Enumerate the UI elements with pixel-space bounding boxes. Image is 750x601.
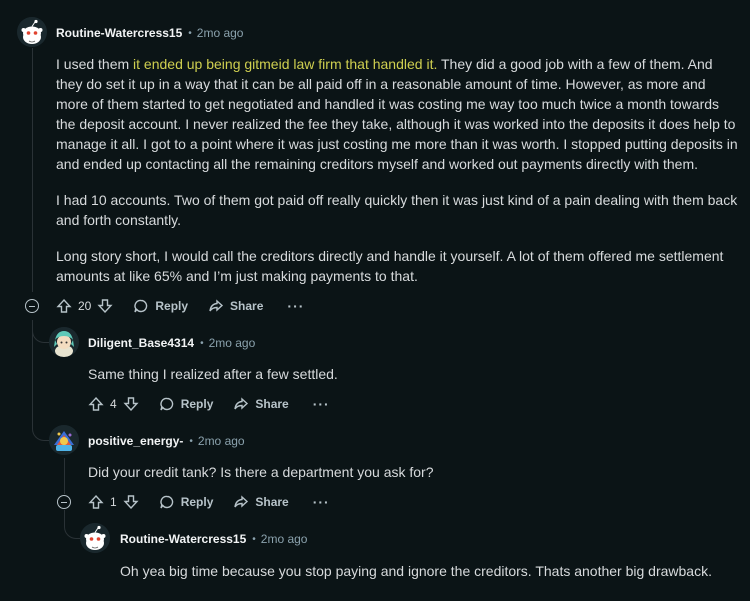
comment-thread: Routine-Watercress15 • 2mo ago I used th… [0,0,750,601]
comment-actions: 1 Reply Share ··· [88,490,330,514]
avatar[interactable] [49,327,79,357]
comment-paragraph: Same thing I realized after a few settle… [88,366,338,382]
reply-icon [134,299,148,313]
text: I used them [56,56,134,72]
share-button[interactable]: Share [233,494,289,510]
downvote-icon[interactable] [123,396,139,412]
separator: • [252,533,256,545]
share-label: Share [255,397,289,411]
timestamp[interactable]: 2mo ago [198,434,245,448]
username[interactable]: positive_energy- [88,434,183,448]
vote-count: 1 [110,495,117,509]
custom-avatar-icon [49,425,79,455]
vote-count: 4 [110,397,117,411]
thread-line[interactable] [32,48,33,292]
comment-paragraph: Oh yea big time because you stop paying … [120,563,712,579]
timestamp[interactable]: 2mo ago [261,532,308,546]
reply-icon [160,397,173,411]
vote-group: 20 [56,298,113,314]
username[interactable]: Diligent_Base4314 [88,336,194,350]
more-options-button[interactable]: ··· [313,396,330,412]
comment-meta: Routine-Watercress15 • 2mo ago [56,26,243,40]
downvote-icon[interactable] [123,494,139,510]
avatar[interactable] [49,425,79,455]
share-icon [234,397,249,410]
snoo-avatar-icon [17,17,47,47]
collapse-button[interactable] [25,299,39,313]
custom-avatar-icon [49,327,79,357]
share-button[interactable]: Share [208,298,263,314]
vote-group: 1 [88,494,139,510]
reply-button[interactable]: Reply [159,494,214,510]
comment-body: Did your credit tank? Is there a departm… [88,462,728,482]
timestamp[interactable]: 2mo ago [197,26,244,40]
upvote-icon[interactable] [88,396,104,412]
comment-actions: 20 Reply Share ··· [56,294,304,318]
reply-label: Reply [180,495,214,509]
upvote-icon[interactable] [56,298,72,314]
share-button[interactable]: Share [233,396,289,412]
text: They did a good job with a few of them. … [56,56,738,172]
share-icon [234,495,249,508]
share-icon [209,299,224,312]
avatar[interactable] [80,523,110,553]
separator: • [189,435,193,447]
thread-line[interactable] [64,458,65,494]
reply-label: Reply [180,397,214,411]
username[interactable]: Routine-Watercress15 [56,26,182,40]
comment-meta: positive_energy- • 2mo ago [88,434,245,448]
reply-button[interactable]: Reply [133,298,188,314]
more-options-button[interactable]: ··· [313,494,330,510]
collapse-button[interactable] [57,495,71,509]
comment-meta: Diligent_Base4314 • 2mo ago [88,336,255,350]
reply-label: Reply [155,299,189,313]
upvote-icon[interactable] [88,494,104,510]
timestamp[interactable]: 2mo ago [209,336,256,350]
comment-paragraph: Long story short, I would call the credi… [56,248,724,284]
reply-icon [160,495,173,509]
share-label: Share [255,495,289,509]
comment-meta: Routine-Watercress15 • 2mo ago [120,532,307,546]
share-label: Share [230,299,264,313]
comment-paragraph: Did your credit tank? Is there a departm… [88,464,434,480]
comment-body: Same thing I realized after a few settle… [88,364,728,384]
avatar[interactable] [17,17,47,47]
comment-paragraph: I used them it ended up being gitmeid la… [56,54,741,174]
downvote-icon[interactable] [97,298,113,314]
vote-count: 20 [78,299,92,313]
highlighted-text: it ended up being gitmeid law firm that … [133,56,438,72]
more-options-button[interactable]: ··· [287,298,304,314]
separator: • [188,27,192,39]
comment-paragraph: I had 10 accounts. Two of them got paid … [56,192,738,228]
snoo-avatar-icon [80,523,110,553]
username[interactable]: Routine-Watercress15 [120,532,246,546]
separator: • [200,337,204,349]
comment-body: I used them it ended up being gitmeid la… [56,54,741,286]
vote-group: 4 [88,396,139,412]
comment-actions: 4 Reply Share ··· [88,392,330,416]
reply-button[interactable]: Reply [159,396,214,412]
comment-body: Oh yea big time because you stop paying … [120,561,740,581]
